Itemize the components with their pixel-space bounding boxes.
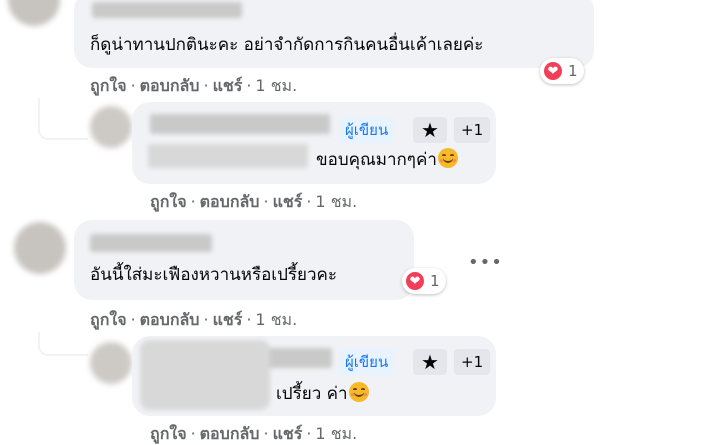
comment-text: เปรี้ยว ค่า xyxy=(276,382,369,405)
like-button[interactable]: ถูกใจ xyxy=(150,424,187,443)
author-badge[interactable]: ผู้เขียน xyxy=(339,117,395,143)
commenter-name[interactable] xyxy=(92,2,242,18)
share-button[interactable]: แชร์ xyxy=(213,76,243,95)
avatar[interactable] xyxy=(90,106,132,148)
separator: · xyxy=(246,76,252,95)
star-icon[interactable]: ★ xyxy=(413,349,447,375)
more-options-button[interactable]: ••• xyxy=(468,252,503,273)
separator: · xyxy=(130,76,136,95)
smiling-face-icon xyxy=(348,382,369,402)
separator: · xyxy=(263,424,269,443)
reaction-count: 1 xyxy=(430,272,440,290)
comment-bubble: ก็ดูน่าทานปกตินะคะ อย่าจำกัดการกินคนอื่น… xyxy=(74,0,594,68)
timestamp[interactable]: 1 ชม. xyxy=(255,76,297,95)
comment-bubble: ขอบคุณมากๆค่า xyxy=(132,102,496,184)
smiling-face-icon xyxy=(437,148,458,168)
heart-icon: ❤ xyxy=(542,60,564,82)
separator: · xyxy=(246,310,252,329)
badge-count[interactable]: +1 xyxy=(454,349,491,375)
separator: · xyxy=(203,76,209,95)
commenter-name xyxy=(140,340,270,410)
timestamp[interactable]: 1 ชม. xyxy=(315,192,357,211)
thread-connector xyxy=(38,98,88,140)
reply-button[interactable]: ตอบกลับ xyxy=(200,424,260,443)
share-button[interactable]: แชร์ xyxy=(273,424,303,443)
separator: · xyxy=(306,192,312,211)
reaction-summary[interactable]: ❤ 1 xyxy=(402,268,446,294)
avatar[interactable] xyxy=(8,0,60,26)
like-button[interactable]: ถูกใจ xyxy=(90,310,127,329)
separator: · xyxy=(190,192,196,211)
separator: · xyxy=(263,192,269,211)
star-icon[interactable]: ★ xyxy=(413,117,447,143)
commenter-name[interactable] xyxy=(90,234,212,252)
separator: · xyxy=(130,310,136,329)
reply-button[interactable]: ตอบกลับ xyxy=(140,76,200,95)
comment-bubble: เปรี้ยว ค่า xyxy=(132,336,496,416)
like-button[interactable]: ถูกใจ xyxy=(150,192,187,211)
timestamp[interactable]: 1 ชม. xyxy=(255,310,297,329)
reaction-count: 1 xyxy=(568,62,578,80)
comment-actions: ถูกใจ · ตอบกลับ · แชร์ · 1 ชม. xyxy=(150,192,357,212)
badge-count[interactable]: +1 xyxy=(454,117,491,143)
comment-actions: ถูกใจ · ตอบกลับ · แชร์ · 1 ชม. xyxy=(90,76,297,96)
separator: · xyxy=(203,310,209,329)
share-button[interactable]: แชร์ xyxy=(213,310,243,329)
reply-button[interactable]: ตอบกลับ xyxy=(140,310,200,329)
comment-bubble: อันนี้ใส่มะเฟืองหวานหรือเปรี้ยวคะ xyxy=(74,220,414,300)
comment-text: ขอบคุณมากๆค่า xyxy=(316,148,458,171)
separator: · xyxy=(306,424,312,443)
separator: · xyxy=(190,424,196,443)
commenter-name xyxy=(148,144,308,168)
avatar[interactable] xyxy=(90,342,132,384)
reaction-summary[interactable]: ❤ 1 xyxy=(540,58,584,84)
comment-text: อันนี้ใส่มะเฟืองหวานหรือเปรี้ยวคะ xyxy=(90,265,338,285)
timestamp[interactable]: 1 ชม. xyxy=(315,424,357,443)
author-badge[interactable]: ผู้เขียน xyxy=(339,349,395,375)
commenter-name[interactable] xyxy=(150,114,330,134)
thread-connector xyxy=(38,332,88,356)
share-button[interactable]: แชร์ xyxy=(273,192,303,211)
heart-icon: ❤ xyxy=(404,270,426,292)
like-button[interactable]: ถูกใจ xyxy=(90,76,127,95)
comment-actions: ถูกใจ · ตอบกลับ · แชร์ · 1 ชม. xyxy=(150,424,357,444)
reply-button[interactable]: ตอบกลับ xyxy=(200,192,260,211)
comment-actions: ถูกใจ · ตอบกลับ · แชร์ · 1 ชม. xyxy=(90,310,297,330)
comment-text: ก็ดูน่าทานปกตินะคะ อย่าจำกัดการกินคนอื่น… xyxy=(90,35,484,55)
avatar[interactable] xyxy=(14,222,66,274)
